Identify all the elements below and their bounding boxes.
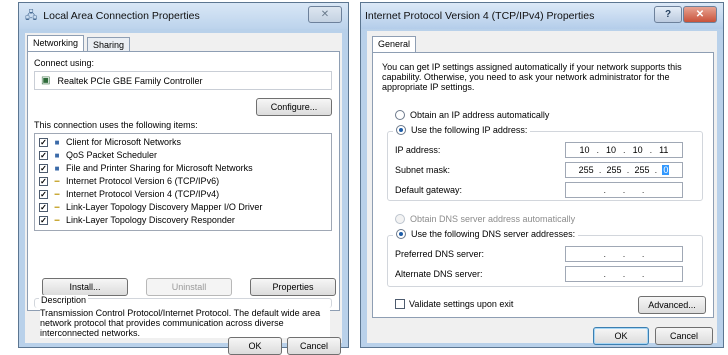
ip-octet-2: 10 (606, 145, 617, 155)
item-label: Link-Layer Topology Discovery Responder (66, 215, 235, 225)
alternate-dns-field[interactable]: ... (565, 266, 683, 282)
close-icon: ✕ (695, 9, 705, 20)
list-item[interactable]: ✓ ━ Internet Protocol Version 6 (TCP/IPv… (39, 175, 219, 187)
item-checkbox[interactable]: ✓ (39, 176, 48, 186)
item-checkbox[interactable]: ✓ (39, 202, 48, 212)
item-label: QoS Packet Scheduler (66, 150, 158, 160)
protocol-icon: ━ (54, 176, 60, 186)
protocol-icon: ━ (54, 189, 60, 199)
alternate-dns-label: Alternate DNS server: (395, 269, 483, 279)
properties-button[interactable]: Properties (250, 278, 336, 296)
item-label: File and Printer Sharing for Microsoft N… (66, 163, 253, 173)
advanced-button[interactable]: Advanced... (638, 296, 706, 314)
item-checkbox[interactable]: ✓ (39, 215, 48, 225)
protocol-icon: ━ (54, 215, 60, 225)
checkbox[interactable] (395, 299, 405, 309)
item-checkbox[interactable]: ✓ (39, 150, 48, 160)
right-ok-button[interactable]: OK (593, 327, 649, 345)
network-service-icon: ■ (54, 150, 60, 160)
obtain-dns-auto-label: Obtain DNS server address automatically (410, 214, 576, 224)
ip-octet-1: 10 (579, 145, 590, 155)
connect-using-label: Connect using: (34, 58, 95, 68)
tab-networking[interactable]: Networking (27, 35, 85, 51)
use-following-ip-radio[interactable]: Use the following IP address: (393, 125, 531, 135)
right-cancel-button[interactable]: Cancel (655, 327, 713, 345)
items-label: This connection uses the following items… (34, 120, 198, 130)
network-client-icon: ■ (54, 137, 60, 147)
tab-sharing[interactable]: Sharing (87, 37, 131, 51)
use-following-dns-label: Use the following DNS server addresses: (411, 229, 576, 239)
list-item[interactable]: ✓ ■ File and Printer Sharing for Microso… (39, 162, 253, 174)
protocol-icon: ━ (54, 202, 60, 212)
install-button[interactable]: Install... (42, 278, 128, 296)
list-item[interactable]: ✓ ━ Link-Layer Topology Discovery Respon… (39, 214, 235, 226)
uninstall-button[interactable]: Uninstall (146, 278, 232, 296)
list-item[interactable]: ✓ ■ Client for Microsoft Networks (39, 136, 181, 148)
item-label: Internet Protocol Version 4 (TCP/IPv4) (66, 189, 220, 199)
left-title-bar[interactable]: 🖧 Local Area Connection Properties ✕ (19, 3, 348, 29)
mask-octet-3: 255 (634, 165, 650, 175)
left-close-button[interactable]: ✕ (308, 6, 342, 23)
local-area-connection-properties-window: 🖧 Local Area Connection Properties ✕ Net… (18, 2, 349, 355)
item-checkbox[interactable]: ✓ (39, 189, 48, 199)
radio-button[interactable] (395, 214, 405, 224)
ip-octet-3: 10 (632, 145, 643, 155)
item-checkbox[interactable]: ✓ (39, 137, 48, 147)
close-icon: ✕ (320, 9, 330, 20)
adapter-field: ▣ Realtek PCIe GBE Family Controller (34, 71, 332, 90)
ipv4-properties-window: Internet Protocol Version 4 (TCP/IPv4) P… (360, 2, 724, 348)
preferred-dns-label: Preferred DNS server: (395, 249, 485, 259)
use-following-dns-radio[interactable]: Use the following DNS server addresses: (393, 229, 579, 239)
ip-address-label: IP address: (395, 145, 441, 155)
ip-address-field[interactable]: 10. 10. 10. 11 (565, 142, 683, 158)
list-item[interactable]: ✓ ━ Link-Layer Topology Discovery Mapper… (39, 201, 262, 213)
ip-octet-4: 11 (659, 145, 669, 155)
left-window-title: Local Area Connection Properties (43, 10, 200, 22)
left-client-area: Networking Sharing Connect using: ▣ Real… (25, 33, 342, 355)
validate-settings-checkbox[interactable]: Validate settings upon exit (395, 299, 513, 309)
item-label: Client for Microsoft Networks (66, 137, 182, 147)
radio-button[interactable] (396, 125, 406, 135)
subnet-mask-field[interactable]: 255. 255. 255. 0 (565, 162, 683, 178)
connection-items-list[interactable]: ✓ ■ Client for Microsoft Networks ✓ ■ Qo… (34, 133, 332, 231)
networking-panel: Connect using: ▣ Realtek PCIe GBE Family… (27, 51, 340, 311)
help-icon: ? (664, 9, 672, 20)
subnet-mask-label: Subnet mask: (395, 165, 451, 175)
left-cancel-button[interactable]: Cancel (287, 337, 341, 355)
description-text: Transmission Control Protocol/Internet P… (40, 308, 330, 338)
mask-octet-1: 255 (578, 165, 594, 175)
item-label: Internet Protocol Version 6 (TCP/IPv6) (66, 176, 220, 186)
adapter-name: Realtek PCIe GBE Family Controller (57, 75, 203, 86)
list-item[interactable]: ✓ ━ Internet Protocol Version 4 (TCP/IPv… (39, 188, 219, 200)
preferred-dns-field[interactable]: ... (565, 246, 683, 262)
item-label: Link-Layer Topology Discovery Mapper I/O… (66, 202, 263, 212)
radio-button[interactable] (396, 229, 406, 239)
right-client-area: General You can get IP settings assigned… (367, 31, 717, 345)
network-adapter-icon: 🖧 (25, 9, 38, 22)
item-checkbox[interactable]: ✓ (39, 163, 48, 173)
right-window-title: Internet Protocol Version 4 (TCP/IPv4) P… (365, 10, 595, 22)
mask-octet-4-selected: 0 (662, 165, 670, 175)
description-label: Description (39, 295, 89, 305)
intro-text: You can get IP settings assigned automat… (382, 62, 682, 92)
right-title-bar[interactable]: Internet Protocol Version 4 (TCP/IPv4) P… (361, 3, 723, 29)
obtain-ip-auto-radio[interactable]: Obtain an IP address automatically (395, 110, 549, 120)
left-ok-button[interactable]: OK (228, 337, 282, 355)
validate-label: Validate settings upon exit (409, 299, 514, 309)
mask-octet-2: 255 (606, 165, 622, 175)
network-service-icon: ■ (54, 163, 60, 173)
help-button[interactable]: ? (654, 6, 682, 23)
obtain-dns-auto-radio[interactable]: Obtain DNS server address automatically (395, 214, 575, 224)
right-close-button[interactable]: ✕ (683, 6, 717, 23)
list-item[interactable]: ✓ ■ QoS Packet Scheduler (39, 149, 157, 161)
tab-general[interactable]: General (372, 36, 417, 52)
radio-button[interactable] (395, 110, 405, 120)
configure-button[interactable]: Configure... (256, 98, 332, 116)
obtain-ip-auto-label: Obtain an IP address automatically (410, 110, 550, 120)
default-gateway-field[interactable]: ... (565, 182, 683, 198)
general-panel: You can get IP settings assigned automat… (372, 52, 714, 318)
use-following-ip-label: Use the following IP address: (411, 125, 528, 135)
network-card-icon: ▣ (41, 75, 51, 86)
default-gateway-label: Default gateway: (395, 185, 463, 195)
